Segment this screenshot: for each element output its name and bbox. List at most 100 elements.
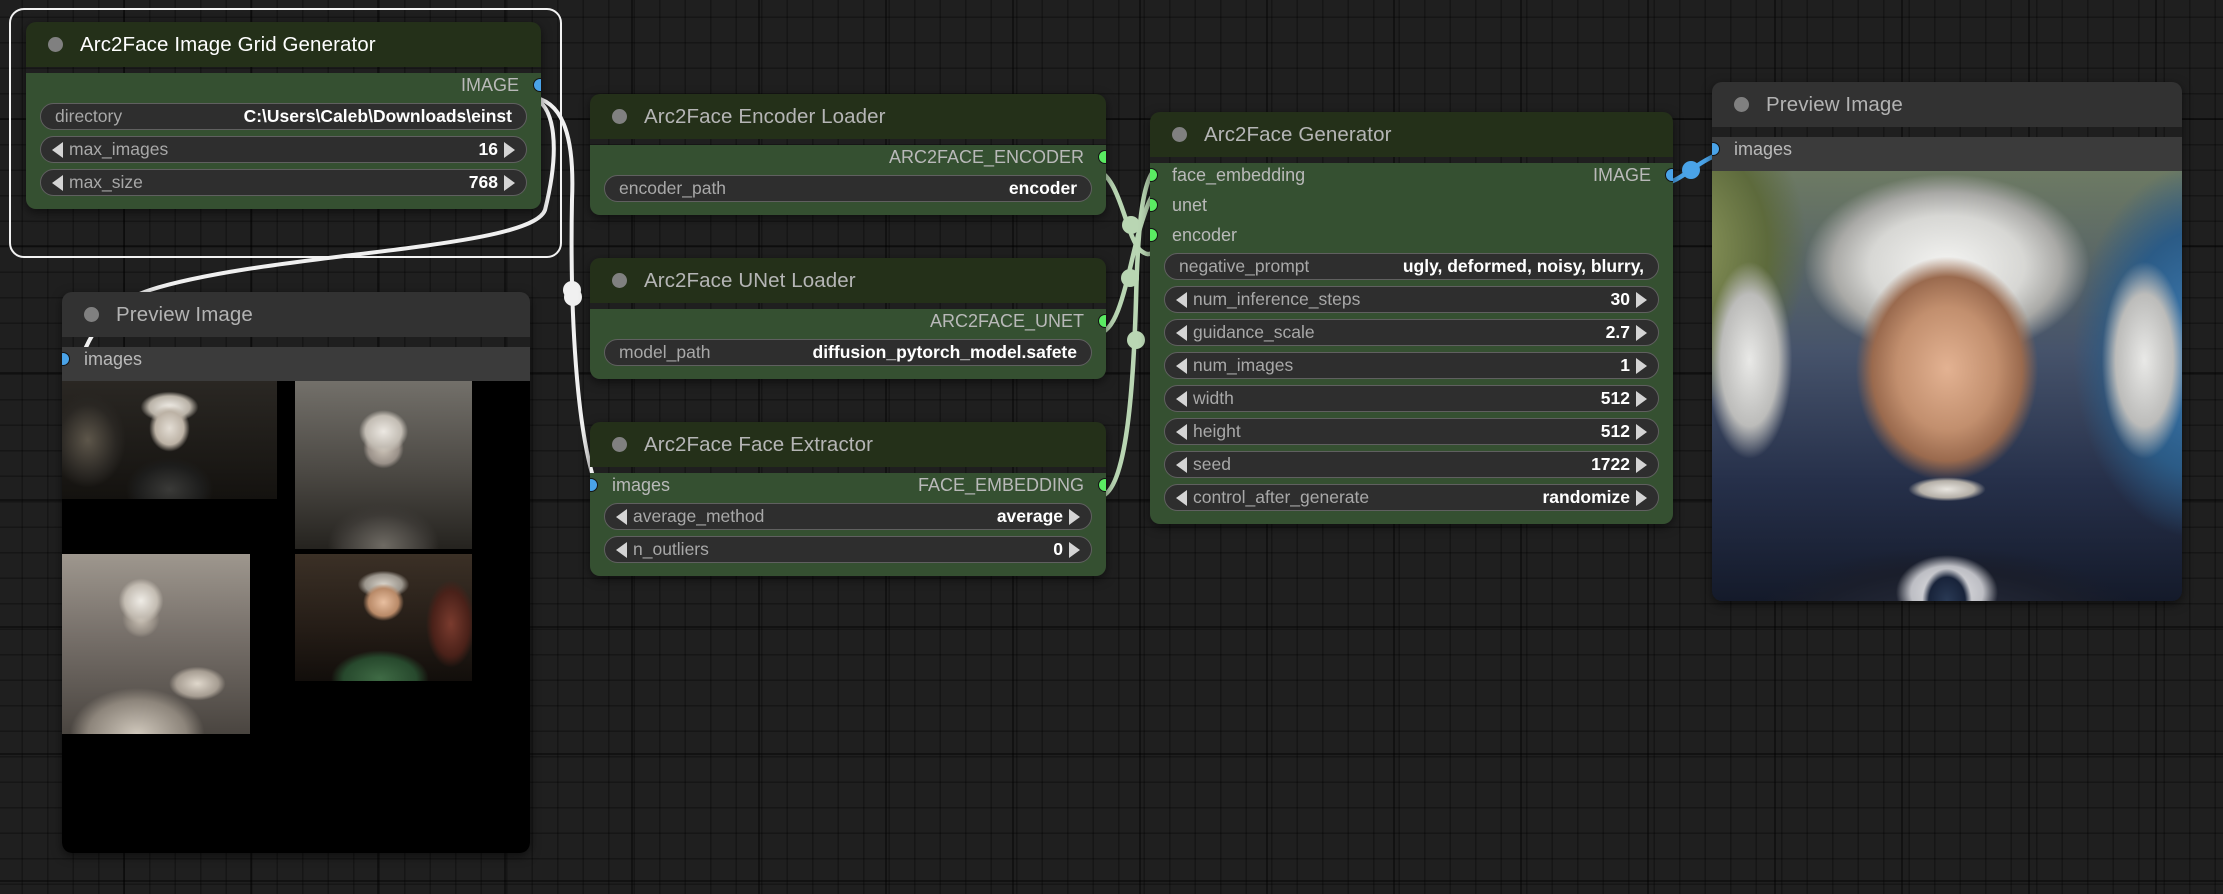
decrement-arrow-icon[interactable] bbox=[1176, 489, 1187, 506]
output-slot-label: FACE_EMBEDDING bbox=[917, 474, 1084, 495]
increment-arrow-icon[interactable] bbox=[1069, 541, 1080, 558]
collapse-toggle-icon[interactable] bbox=[612, 437, 627, 452]
input-slot-images[interactable]: images bbox=[1712, 137, 2182, 161]
widget-label: seed bbox=[1193, 454, 1231, 474]
node-arc2face-face-extractor[interactable]: Arc2Face Face Extractor images FACE_EMBE… bbox=[590, 422, 1106, 576]
widget-directory[interactable]: directory C:\Users\Caleb\Downloads\einst bbox=[40, 103, 527, 130]
increment-arrow-icon[interactable] bbox=[504, 141, 515, 158]
output-slot-arc2face-encoder[interactable]: ARC2FACE_ENCODER bbox=[590, 145, 1106, 169]
widget-model-path[interactable]: model_path diffusion_pytorch_model.safet… bbox=[604, 339, 1092, 366]
node-body: face_embedding IMAGE unet encoder negati… bbox=[1150, 163, 1673, 524]
node-header[interactable]: Arc2Face Encoder Loader bbox=[590, 94, 1106, 139]
output-port-image[interactable] bbox=[1665, 168, 1673, 182]
input-slot-label: images bbox=[612, 474, 671, 495]
decrement-arrow-icon[interactable] bbox=[1176, 423, 1187, 440]
widget-control-after-generate[interactable]: control_after_generate randomize bbox=[1164, 484, 1659, 511]
collapse-toggle-icon[interactable] bbox=[1734, 97, 1749, 112]
output-slot-image[interactable]: IMAGE bbox=[26, 73, 541, 97]
input-port-face-embedding[interactable] bbox=[1150, 168, 1158, 182]
increment-arrow-icon[interactable] bbox=[1636, 456, 1647, 473]
collapse-toggle-icon[interactable] bbox=[1172, 127, 1187, 142]
slot-row-face-embedding-image[interactable]: face_embedding IMAGE bbox=[1150, 163, 1673, 187]
output-slot-arc2face-unet[interactable]: ARC2FACE_UNET bbox=[590, 309, 1106, 333]
node-header[interactable]: Arc2Face Image Grid Generator bbox=[26, 22, 541, 67]
widget-value: 512 bbox=[1600, 421, 1630, 441]
widget-label: num_inference_steps bbox=[1193, 289, 1361, 309]
decrement-arrow-icon[interactable] bbox=[1176, 291, 1187, 308]
input-port-encoder[interactable] bbox=[1150, 228, 1158, 242]
widget-n-outliers[interactable]: n_outliers 0 bbox=[604, 536, 1092, 563]
widget-seed[interactable]: seed 1722 bbox=[1164, 451, 1659, 478]
widget-label: directory bbox=[55, 106, 123, 126]
widget-height[interactable]: height 512 bbox=[1164, 418, 1659, 445]
collapse-toggle-icon[interactable] bbox=[48, 37, 63, 52]
preview-image-result[interactable] bbox=[1712, 171, 2182, 601]
decrement-arrow-icon[interactable] bbox=[1176, 324, 1187, 341]
node-preview-image-right[interactable]: Preview Image images bbox=[1712, 82, 2182, 601]
widget-guidance-scale[interactable]: guidance_scale 2.7 bbox=[1164, 319, 1659, 346]
widget-width[interactable]: width 512 bbox=[1164, 385, 1659, 412]
node-title: Arc2Face Image Grid Generator bbox=[80, 32, 376, 56]
node-title: Preview Image bbox=[1766, 92, 1903, 116]
widget-value: randomize bbox=[1542, 487, 1630, 507]
decrement-arrow-icon[interactable] bbox=[52, 174, 63, 191]
slot-row-images-face-embedding[interactable]: images FACE_EMBEDDING bbox=[590, 473, 1106, 497]
input-slot-unet[interactable]: unet bbox=[1150, 193, 1673, 217]
increment-arrow-icon[interactable] bbox=[504, 174, 515, 191]
collapse-toggle-icon[interactable] bbox=[612, 273, 627, 288]
increment-arrow-icon[interactable] bbox=[1069, 508, 1080, 525]
widget-encoder-path[interactable]: encoder_path encoder bbox=[604, 175, 1092, 202]
widget-label: num_images bbox=[1193, 355, 1294, 375]
decrement-arrow-icon[interactable] bbox=[1176, 390, 1187, 407]
node-body: ARC2FACE_UNET model_path diffusion_pytor… bbox=[590, 309, 1106, 379]
decrement-arrow-icon[interactable] bbox=[1176, 357, 1187, 374]
decrement-arrow-icon[interactable] bbox=[616, 508, 627, 525]
input-slot-images[interactable]: images bbox=[62, 347, 530, 371]
input-port-unet[interactable] bbox=[1150, 198, 1158, 212]
collapse-toggle-icon[interactable] bbox=[612, 109, 627, 124]
widget-max-size[interactable]: max_size 768 bbox=[40, 169, 527, 196]
output-port-arc2face-unet[interactable] bbox=[1098, 314, 1106, 328]
widget-negative-prompt[interactable]: negative_prompt ugly, deformed, noisy, b… bbox=[1164, 253, 1659, 280]
widget-label: max_size bbox=[69, 172, 143, 192]
input-port-images[interactable] bbox=[590, 478, 598, 492]
node-header[interactable]: Arc2Face Face Extractor bbox=[590, 422, 1106, 467]
increment-arrow-icon[interactable] bbox=[1636, 324, 1647, 341]
input-slot-encoder[interactable]: encoder bbox=[1150, 223, 1673, 247]
output-port-image[interactable] bbox=[533, 78, 541, 92]
node-header[interactable]: Preview Image bbox=[1712, 82, 2182, 127]
increment-arrow-icon[interactable] bbox=[1636, 390, 1647, 407]
node-arc2face-unet-loader[interactable]: Arc2Face UNet Loader ARC2FACE_UNET model… bbox=[590, 258, 1106, 379]
node-preview-image-left[interactable]: Preview Image images bbox=[62, 292, 530, 853]
decrement-arrow-icon[interactable] bbox=[616, 541, 627, 558]
output-slot-label: IMAGE bbox=[460, 74, 519, 95]
node-title: Arc2Face Encoder Loader bbox=[644, 104, 886, 128]
decrement-arrow-icon[interactable] bbox=[52, 141, 63, 158]
node-body: images bbox=[62, 347, 530, 853]
widget-label: n_outliers bbox=[633, 539, 709, 559]
widget-num-images[interactable]: num_images 1 bbox=[1164, 352, 1659, 379]
increment-arrow-icon[interactable] bbox=[1636, 489, 1647, 506]
node-header[interactable]: Arc2Face UNet Loader bbox=[590, 258, 1106, 303]
node-header[interactable]: Arc2Face Generator bbox=[1150, 112, 1673, 157]
output-port-arc2face-encoder[interactable] bbox=[1098, 150, 1106, 164]
input-port-images[interactable] bbox=[1712, 142, 1720, 156]
output-port-face-embedding[interactable] bbox=[1098, 478, 1106, 492]
node-arc2face-encoder-loader[interactable]: Arc2Face Encoder Loader ARC2FACE_ENCODER… bbox=[590, 94, 1106, 215]
widget-value: 30 bbox=[1610, 289, 1630, 309]
decrement-arrow-icon[interactable] bbox=[1176, 456, 1187, 473]
collapse-toggle-icon[interactable] bbox=[84, 307, 99, 322]
increment-arrow-icon[interactable] bbox=[1636, 357, 1647, 374]
widget-value: 16 bbox=[478, 139, 498, 159]
widget-max-images[interactable]: max_images 16 bbox=[40, 136, 527, 163]
node-header[interactable]: Preview Image bbox=[62, 292, 530, 337]
input-port-images[interactable] bbox=[62, 352, 70, 366]
node-arc2face-generator[interactable]: Arc2Face Generator face_embedding IMAGE … bbox=[1150, 112, 1673, 524]
widget-label: encoder_path bbox=[619, 178, 727, 198]
increment-arrow-icon[interactable] bbox=[1636, 423, 1647, 440]
preview-image-grid[interactable] bbox=[62, 381, 530, 853]
increment-arrow-icon[interactable] bbox=[1636, 291, 1647, 308]
widget-num-inference-steps[interactable]: num_inference_steps 30 bbox=[1164, 286, 1659, 313]
node-arc2face-image-grid-generator[interactable]: Arc2Face Image Grid Generator IMAGE dire… bbox=[26, 22, 541, 209]
widget-average-method[interactable]: average_method average bbox=[604, 503, 1092, 530]
